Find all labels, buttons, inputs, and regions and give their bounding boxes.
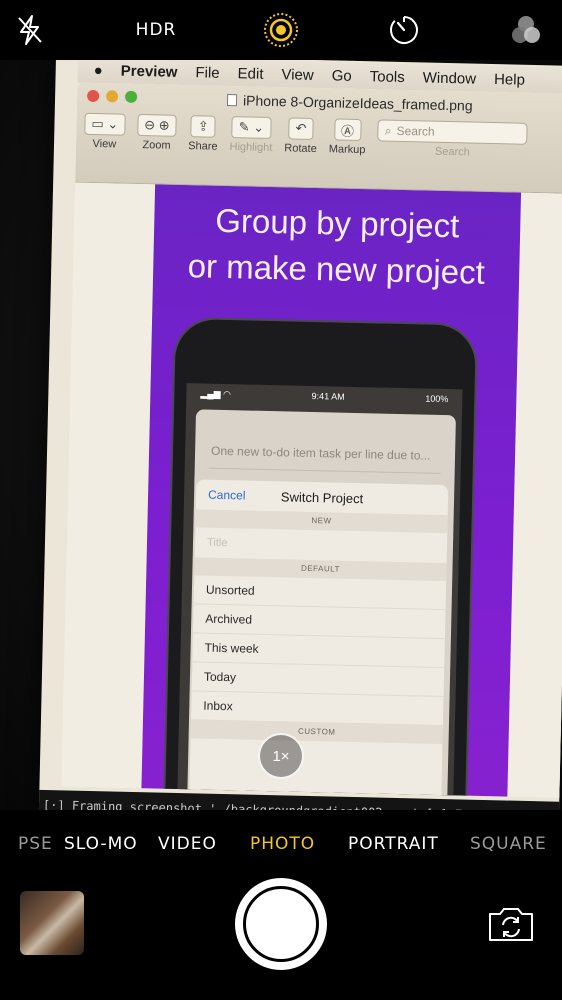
menu-go: Go	[331, 66, 352, 85]
tool-search: ⌕ Search Search	[377, 119, 529, 159]
menu-view: View	[281, 65, 314, 84]
tool-share: ⇪ Share	[188, 115, 218, 153]
markup-icon: Ⓐ	[333, 118, 362, 142]
menu-tools: Tools	[369, 67, 405, 86]
shutter-inner-ring	[243, 886, 319, 962]
document-icon	[226, 93, 238, 107]
last-photo-thumbnail[interactable]	[20, 891, 84, 955]
timer-icon[interactable]	[386, 12, 422, 48]
photographed-monitor: ● Preview File Edit View Go Tools Window…	[38, 60, 562, 810]
rotate-icon: ↶	[288, 117, 314, 140]
mode-video[interactable]: VIDEO	[158, 834, 217, 854]
tool-markup: Ⓐ Markup	[329, 118, 367, 156]
tool-view-label: View	[92, 137, 117, 151]
highlight-icon: ✎ ⌄	[231, 116, 272, 139]
tool-zoom-label: Zoom	[142, 139, 171, 152]
mode-portrait[interactable]: PORTRAIT	[348, 834, 439, 854]
hdr-button[interactable]: HDR	[128, 12, 184, 48]
menu-help: Help	[493, 70, 526, 89]
iphone-frame: ▂▄▆ ◠ 9:41 AM 100% One new to-do item ta…	[160, 316, 479, 798]
tool-markup-label: Markup	[328, 143, 366, 157]
live-photo-icon[interactable]	[263, 12, 299, 48]
search-icon: ⌕	[384, 123, 392, 138]
maximize-icon	[124, 90, 138, 103]
headline-line-2: or make new project	[187, 247, 486, 291]
preview-titlebar: iPhone 8-OrganizeIdeas_framed.png ▭ ⌄ Vi…	[75, 82, 562, 194]
tool-zoom: ⊖ ⊕ Zoom	[137, 113, 177, 152]
modal-header: Cancel Switch Project	[196, 479, 449, 515]
preview-window: iPhone 8-OrganizeIdeas_framed.png ▭ ⌄ Vi…	[61, 82, 562, 798]
camera-top-bar: HDR	[0, 0, 562, 60]
status-battery: 100%	[425, 393, 449, 405]
mode-timelapse[interactable]: PSE	[18, 834, 53, 854]
window-controls	[86, 89, 138, 103]
search-placeholder: Search	[396, 123, 435, 139]
apple-icon: ●	[93, 61, 103, 79]
tool-share-label: Share	[188, 140, 218, 153]
zoom-icons: ⊖ ⊕	[137, 113, 177, 137]
iphone-screen: ▂▄▆ ◠ 9:41 AM 100% One new to-do item ta…	[175, 383, 463, 798]
window-title: iPhone 8-OrganizeIdeas_framed.png	[226, 92, 473, 114]
tool-view: ▭ ⌄ View	[84, 112, 126, 151]
window-title-text: iPhone 8-OrganizeIdeas_framed.png	[242, 92, 473, 114]
signal-icon: ▂▄▆ ◠	[200, 387, 232, 399]
list-item: Inbox	[190, 691, 444, 727]
menu-window: Window	[422, 68, 477, 88]
tool-rotate: ↶ Rotate	[284, 117, 317, 155]
status-time: 9:41 AM	[311, 390, 345, 402]
camera-mode-switcher: PSE SLO-MO VIDEO PHOTO PORTRAIT SQUARE	[0, 810, 562, 876]
mode-slo-mo[interactable]: SLO-MO	[64, 834, 138, 854]
preview-toolbar: ▭ ⌄ View ⊖ ⊕ Zoom ⇪ Share ✎ ⌄ Highlight	[84, 112, 562, 161]
flash-off-icon[interactable]	[12, 12, 48, 48]
filters-icon[interactable]	[508, 12, 544, 48]
menu-edit: Edit	[237, 64, 264, 83]
camera-viewfinder[interactable]: ● Preview File Edit View Go Tools Window…	[0, 60, 562, 810]
task-hint: One new to-do item task per line due to.…	[210, 443, 431, 463]
minimize-icon	[105, 90, 119, 103]
marketing-image: Group by project or make new project ▂▄▆…	[139, 184, 522, 798]
tool-rotate-label: Rotate	[284, 142, 317, 156]
tool-highlight-label: Highlight	[229, 141, 273, 155]
menu-preview: Preview	[120, 62, 178, 81]
search-field: ⌕ Search	[377, 119, 529, 145]
status-bar: ▂▄▆ ◠ 9:41 AM 100%	[186, 383, 462, 409]
poster-headline: Group by project or make new project	[153, 196, 521, 296]
divider	[208, 467, 441, 474]
mode-square[interactable]: SQUARE	[470, 834, 547, 854]
zoom-toggle-button[interactable]: 1×	[258, 733, 304, 779]
switch-camera-icon[interactable]	[486, 904, 536, 944]
shutter-button[interactable]	[235, 878, 327, 970]
headline-line-1: Group by project	[214, 201, 460, 245]
tool-highlight: ✎ ⌄ Highlight	[229, 116, 273, 154]
modal-title: Switch Project	[280, 489, 364, 507]
switch-project-modal: Cancel Switch Project NEW Title DEFAULT …	[187, 479, 449, 798]
sidebar-icon: ▭ ⌄	[84, 112, 126, 136]
tool-search-label: Search	[434, 145, 470, 159]
camera-controls	[0, 876, 562, 1000]
close-icon	[86, 89, 100, 103]
preview-document-area: Group by project or make new project ▂▄▆…	[61, 182, 562, 798]
menu-file: File	[195, 63, 220, 82]
share-icon: ⇪	[190, 115, 217, 138]
mode-photo[interactable]: PHOTO	[250, 834, 315, 854]
